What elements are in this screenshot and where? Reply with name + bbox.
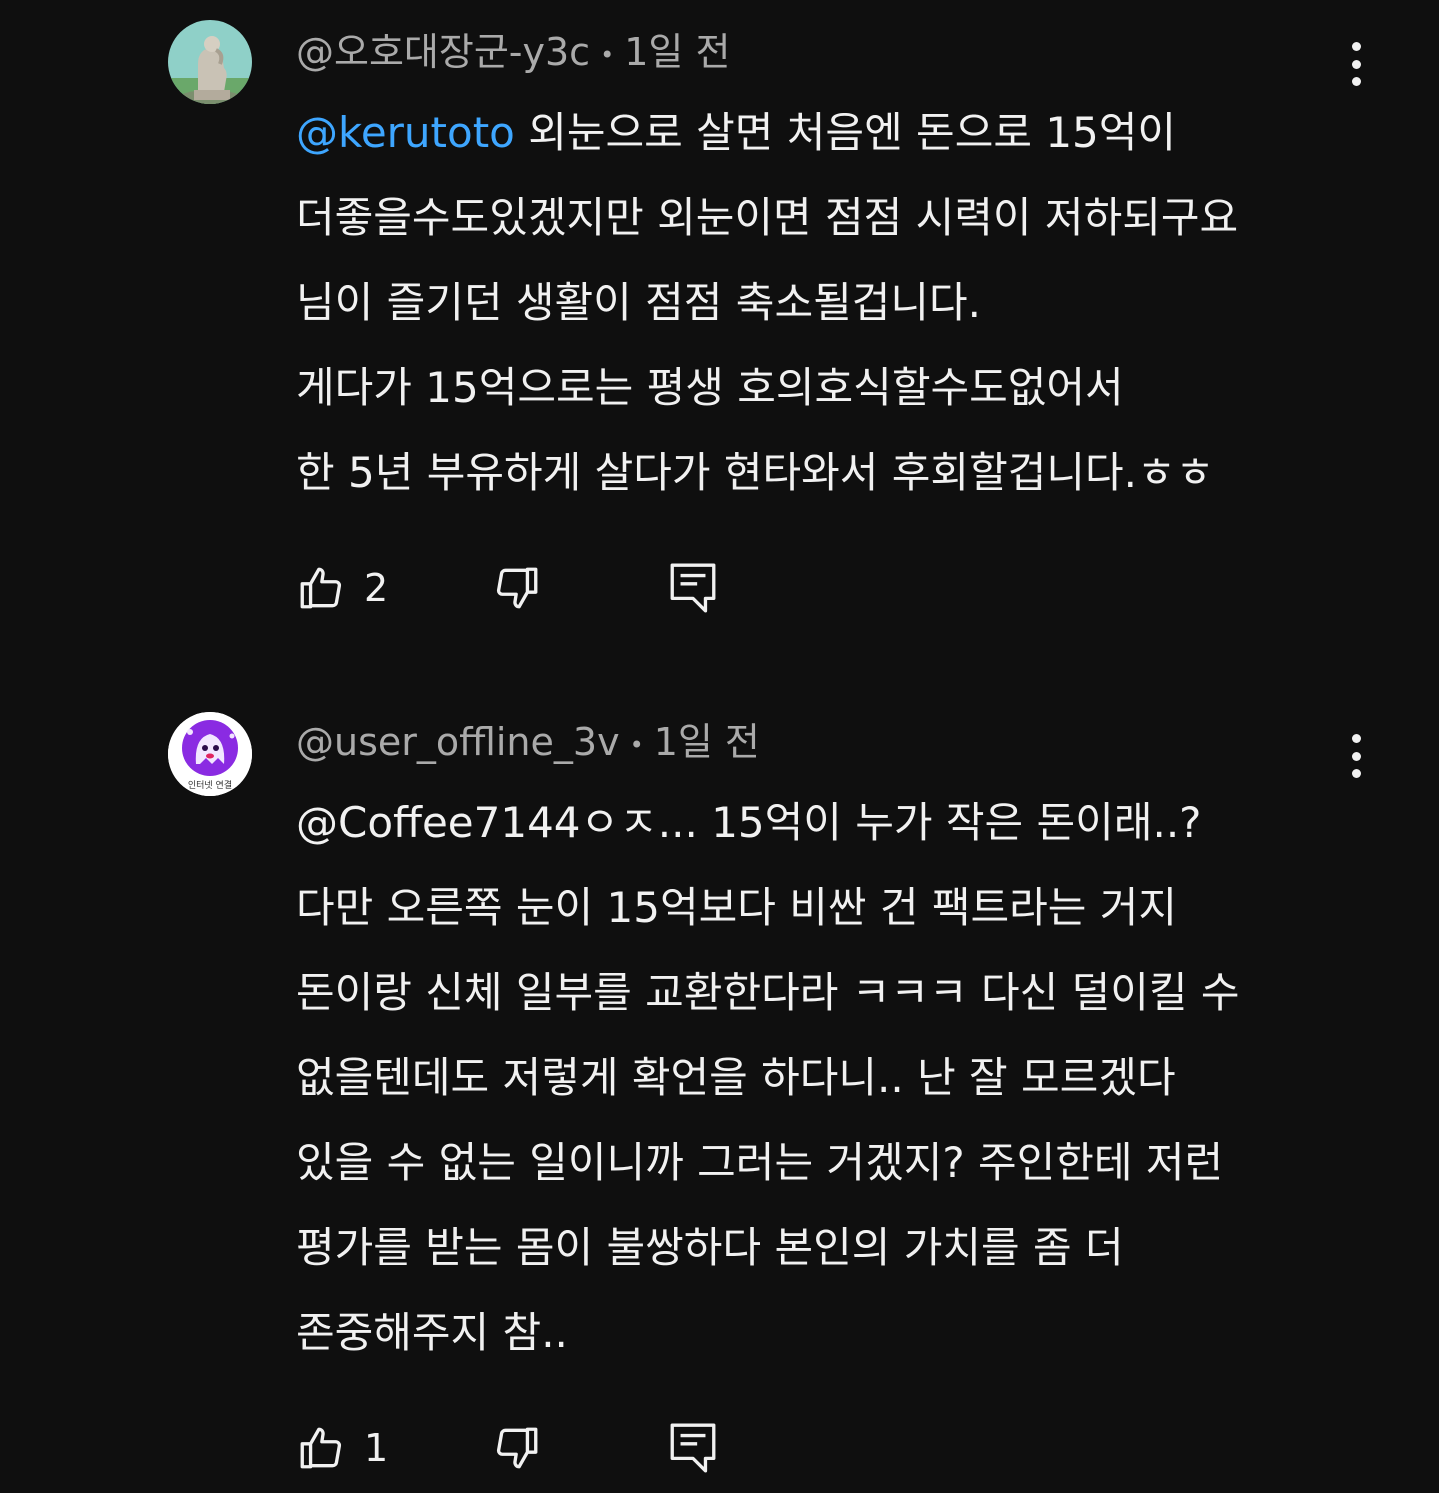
comment-line: 다만 오른쪽 눈이 15억보다 비싼 건 팩트라는 거지 xyxy=(296,883,1178,932)
comment-actions: 2 xyxy=(296,558,736,618)
author-name[interactable]: @오호대장군-y3c xyxy=(296,30,590,74)
more-vert-icon-dot xyxy=(1351,77,1361,86)
like-button[interactable]: 1 xyxy=(296,1418,388,1478)
separator-dot: • xyxy=(600,40,615,69)
dislike-button[interactable] xyxy=(492,558,542,618)
like-count: 1 xyxy=(364,1426,389,1470)
like-count: 2 xyxy=(364,566,389,610)
thumb-up-icon xyxy=(300,1427,342,1469)
author-avatar[interactable]: 인터넷 연결 xyxy=(168,712,252,796)
thumb-up-icon xyxy=(300,567,342,609)
comment-line: 님이 즐기던 생활이 점점 축소될겁니다. xyxy=(296,278,981,327)
more-vert-icon xyxy=(1351,42,1361,51)
comment-line-text: 외눈으로 살면 처음엔 돈으로 15억이 xyxy=(514,108,1177,157)
reply-comment-icon xyxy=(670,1423,716,1473)
comment-text: @kerutoto 외눈으로 살면 처음엔 돈으로 15억이 더좋을수도있겠지만… xyxy=(296,90,1326,515)
comment-menu-button[interactable] xyxy=(1336,728,1376,784)
thumb-down-icon xyxy=(496,567,538,609)
thumb-down-icon xyxy=(496,1427,538,1469)
thinker-statue-avatar-image xyxy=(168,20,252,104)
more-vert-icon-dot xyxy=(1351,769,1361,778)
author-name[interactable]: @user_offline_3v xyxy=(296,720,620,764)
reply-button[interactable] xyxy=(668,1418,718,1478)
comment-header: @user_offline_3v • 1일 전 xyxy=(296,720,760,767)
mention-link[interactable]: @kerutoto xyxy=(296,108,515,157)
offline-ghost-avatar-image: 인터넷 연결 xyxy=(168,712,252,796)
comment-line: 게다가 15억으로는 평생 호의호식할수도없어서 xyxy=(296,363,1124,412)
comment-line: 한 5년 부유하게 살다가 현타와서 후회할겁니다.ㅎㅎ xyxy=(296,448,1215,497)
more-vert-icon-dot xyxy=(1351,751,1361,761)
dislike-button[interactable] xyxy=(492,1418,542,1478)
avatar-label: 인터넷 연결 xyxy=(188,780,232,791)
author-avatar[interactable] xyxy=(168,20,252,104)
comment-line: 평가를 받는 몸이 불쌍하다 본인의 가치를 좀 더 xyxy=(296,1223,1124,1272)
comment-line: 더좋을수도있겠지만 외눈이면 점점 시력이 저하되구요 xyxy=(296,193,1239,242)
reply-button[interactable] xyxy=(668,558,718,618)
more-vert-icon xyxy=(1351,734,1361,743)
comment-header: @오호대장군-y3c • 1일 전 xyxy=(296,30,730,77)
separator-dot: • xyxy=(629,730,644,759)
comment-age[interactable]: 1일 전 xyxy=(624,30,730,74)
comment-line: @Coffee7144ㅇㅈ... 15억이 누가 작은 돈이래..? xyxy=(296,798,1202,847)
like-button[interactable]: 2 xyxy=(296,558,388,618)
comment-actions: 1 xyxy=(296,1418,736,1478)
comment-line: 있을 수 없는 일이니까 그러는 거겠지? 주인한테 저런 xyxy=(296,1138,1224,1187)
more-vert-icon-dot xyxy=(1351,59,1361,69)
reply-comment-icon xyxy=(670,563,716,613)
comment-text: @Coffee7144ㅇㅈ... 15억이 누가 작은 돈이래..? 다만 오른… xyxy=(296,780,1326,1375)
comment-age[interactable]: 1일 전 xyxy=(654,720,760,764)
comment-line: 존중해주지 참.. xyxy=(296,1308,568,1357)
comment-menu-button[interactable] xyxy=(1336,36,1376,92)
comment-line: @kerutoto 외눈으로 살면 처음엔 돈으로 15억이 xyxy=(296,90,1326,175)
comment-line: 없을텐데도 저렇게 확언을 하다니.. 난 잘 모르겠다 xyxy=(296,1053,1176,1102)
comment-line: 돈이랑 신체 일부를 교환한다라 ㅋㅋㅋ 다신 덜이킬 수 xyxy=(296,968,1240,1017)
